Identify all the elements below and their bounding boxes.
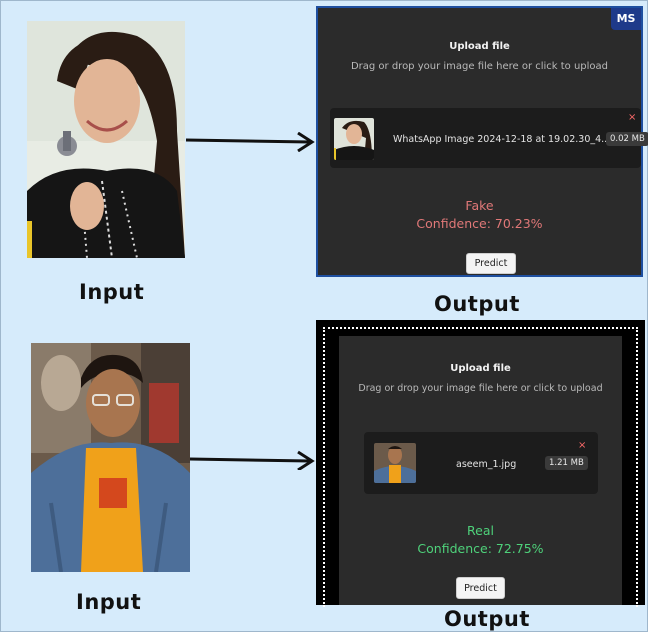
file-card: WhatsApp Image 2024-12-18 at 19.02.30_4.… xyxy=(330,108,648,168)
input-photo-woman xyxy=(27,21,185,258)
input-caption-top: Input xyxy=(79,280,145,304)
predict-button[interactable]: Predict xyxy=(466,253,516,274)
upload-title: Upload file xyxy=(449,41,510,52)
file-name: WhatsApp Image 2024-12-18 at 19.02.30_4.… xyxy=(393,134,611,145)
prediction-label: Real xyxy=(467,523,494,538)
file-size-badge: 0.02 MB xyxy=(606,132,648,146)
remove-file-icon[interactable]: × xyxy=(628,112,636,123)
upload-subtitle[interactable]: Drag or drop your image file here or cli… xyxy=(318,61,641,72)
upload-subtitle[interactable]: Drag or drop your image file here or cli… xyxy=(339,383,622,394)
output-caption-bottom: Output xyxy=(444,607,530,631)
output-caption-top: Output xyxy=(434,292,520,316)
remove-file-icon[interactable]: × xyxy=(578,440,586,451)
upload-title: Upload file xyxy=(450,363,511,374)
input-caption-bottom: Input xyxy=(76,590,142,614)
ms-badge: MS xyxy=(611,8,641,30)
file-thumbnail xyxy=(334,118,374,160)
file-thumbnail xyxy=(374,443,416,483)
output-panel-top: MS Upload file Drag or drop your image f… xyxy=(316,6,648,277)
file-size-badge: 1.21 MB xyxy=(545,456,588,470)
arrow-icon xyxy=(186,132,315,152)
output-frame-bottom: Upload file Drag or drop your image file… xyxy=(316,320,645,607)
confidence-text: Confidence: 72.75% xyxy=(417,541,544,556)
predict-button[interactable]: Predict xyxy=(456,577,505,599)
prediction-label: Fake xyxy=(465,198,494,213)
file-name: aseem_1.jpg xyxy=(456,459,517,470)
input-photo-man xyxy=(31,343,190,572)
arrow-icon xyxy=(190,450,315,470)
confidence-text: Confidence: 70.23% xyxy=(416,216,543,231)
output-panel-bottom: Upload file Drag or drop your image file… xyxy=(339,336,622,605)
file-card: aseem_1.jpg 1.21 MB × xyxy=(364,432,598,494)
